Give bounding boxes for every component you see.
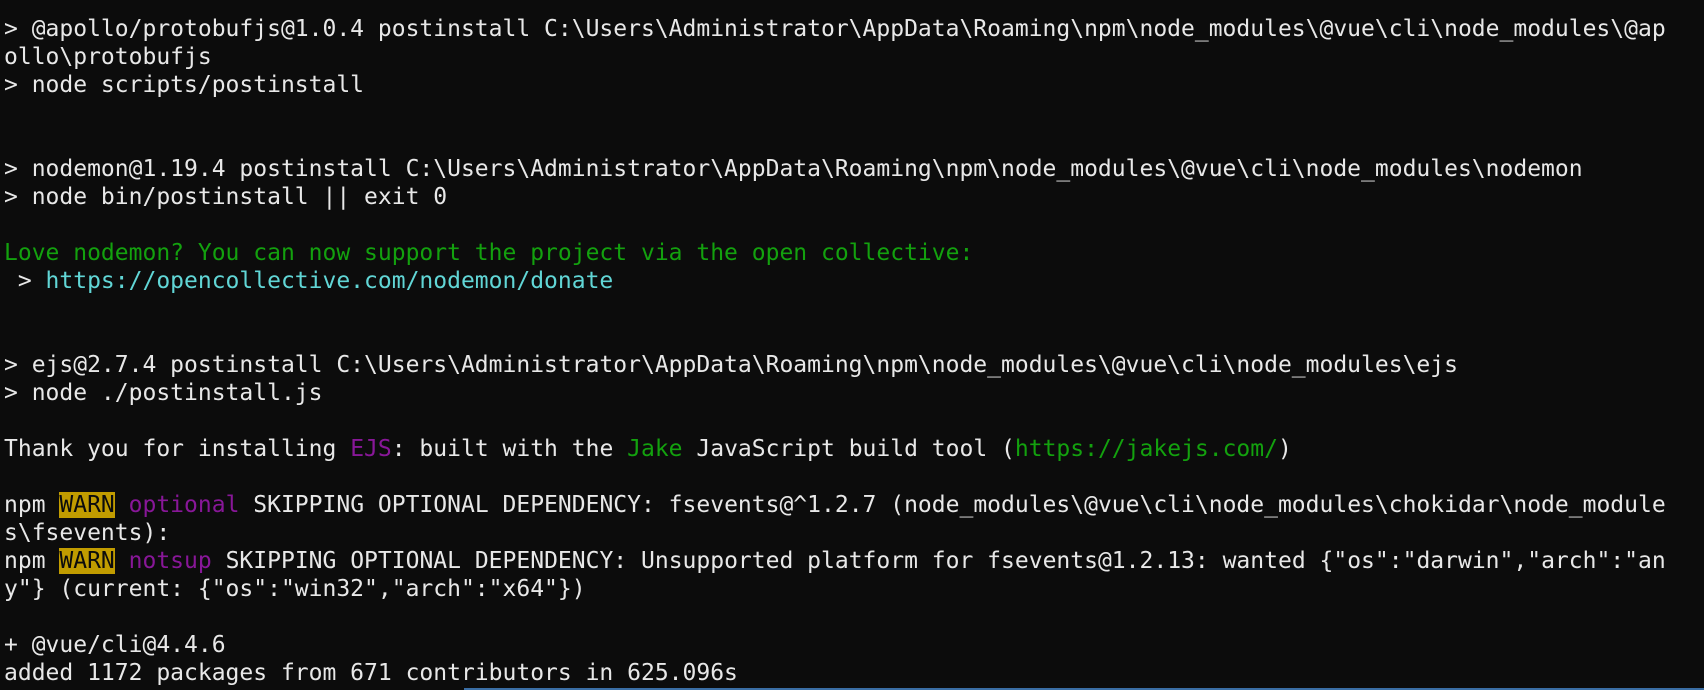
terminal-text: > nodemon@1.19.4 postinstall C:\Users\Ad… xyxy=(4,156,1583,182)
terminal-line-apollo-1: > @apollo/protobufjs@1.0.4 postinstall C… xyxy=(4,15,1704,43)
terminal-text: added 1172 packages from 671 contributor… xyxy=(4,660,738,686)
terminal-text: > @apollo/protobufjs@1.0.4 postinstall C… xyxy=(4,16,1666,42)
terminal-line-result-2: added 1172 packages from 671 contributor… xyxy=(4,659,1704,687)
terminal-text: optional xyxy=(128,492,240,518)
url-text: https://jakejs.com/ xyxy=(1014,436,1278,462)
terminal-line-blank-5 xyxy=(4,323,1704,351)
terminal-line-nodemon-3: Love nodemon? You can now support the pr… xyxy=(4,239,1704,267)
url-text: https://opencollective.com/nodemon/donat… xyxy=(45,268,614,294)
terminal-text: Love nodemon? You can now support the pr… xyxy=(4,240,974,266)
terminal-line-warn-4: y"} (current: {"os":"win32","arch":"x64"… xyxy=(4,575,1704,603)
terminal-line-ejs-2: > node ./postinstall.js xyxy=(4,379,1704,407)
terminal-text: notsup xyxy=(128,548,212,574)
terminal-line-result-1: + @vue/cli@4.4.6 xyxy=(4,631,1704,659)
terminal-line-blank-7 xyxy=(4,463,1704,491)
terminal-line-blank-1 xyxy=(4,99,1704,127)
terminal-text: Jake xyxy=(627,436,683,462)
terminal-line-nodemon-1: > nodemon@1.19.4 postinstall C:\Users\Ad… xyxy=(4,155,1704,183)
terminal-text: npm xyxy=(4,548,60,574)
terminal-text: ) xyxy=(1277,436,1292,462)
terminal-text: Thank you for installing xyxy=(4,436,351,462)
terminal-text: : built with the xyxy=(391,436,628,462)
terminal-text: > node bin/postinstall || exit 0 xyxy=(4,184,448,210)
terminal-line-blank-4 xyxy=(4,295,1704,323)
warn-badge: WARN xyxy=(59,492,115,518)
terminal-line-warn-3: npm WARN notsup SKIPPING OPTIONAL DEPEND… xyxy=(4,547,1704,575)
terminal-text: + @vue/cli@4.4.6 xyxy=(4,632,226,658)
terminal-text: ollo\protobufjs xyxy=(4,44,212,70)
terminal-output[interactable]: > @apollo/protobufjs@1.0.4 postinstall C… xyxy=(4,15,1704,687)
terminal-line-blank-8 xyxy=(4,603,1704,631)
terminal-text: EJS xyxy=(350,436,392,462)
terminal-text: > node ./postinstall.js xyxy=(4,380,323,406)
terminal-line-ejs-3: Thank you for installing EJS: built with… xyxy=(4,435,1704,463)
terminal-text: SKIPPING OPTIONAL DEPENDENCY: Unsupporte… xyxy=(211,548,1666,574)
terminal-line-warn-2: s\fsevents): xyxy=(4,519,1704,547)
terminal-line-apollo-2: ollo\protobufjs xyxy=(4,43,1704,71)
terminal-line-nodemon-4: > https://opencollective.com/nodemon/don… xyxy=(4,267,1704,295)
terminal-text: > node scripts/postinstall xyxy=(4,72,365,98)
terminal-line-blank-3 xyxy=(4,211,1704,239)
terminal-line-apollo-3: > node scripts/postinstall xyxy=(4,71,1704,99)
terminal-line-nodemon-2: > node bin/postinstall || exit 0 xyxy=(4,183,1704,211)
terminal-line-blank-2 xyxy=(4,127,1704,155)
terminal-line-warn-1: npm WARN optional SKIPPING OPTIONAL DEPE… xyxy=(4,491,1704,519)
terminal-text: npm xyxy=(4,492,60,518)
terminal-text: y"} (current: {"os":"win32","arch":"x64"… xyxy=(4,576,586,602)
terminal-text: SKIPPING OPTIONAL DEPENDENCY: fsevents@^… xyxy=(239,492,1666,518)
warn-badge: WARN xyxy=(59,548,115,574)
terminal-text: JavaScript build tool ( xyxy=(682,436,1015,462)
terminal-text: > ejs@2.7.4 postinstall C:\Users\Adminis… xyxy=(4,352,1458,378)
terminal-line-ejs-1: > ejs@2.7.4 postinstall C:\Users\Adminis… xyxy=(4,351,1704,379)
terminal-text: > xyxy=(4,268,46,294)
terminal-line-blank-6 xyxy=(4,407,1704,435)
terminal-text: s\fsevents): xyxy=(4,520,171,546)
